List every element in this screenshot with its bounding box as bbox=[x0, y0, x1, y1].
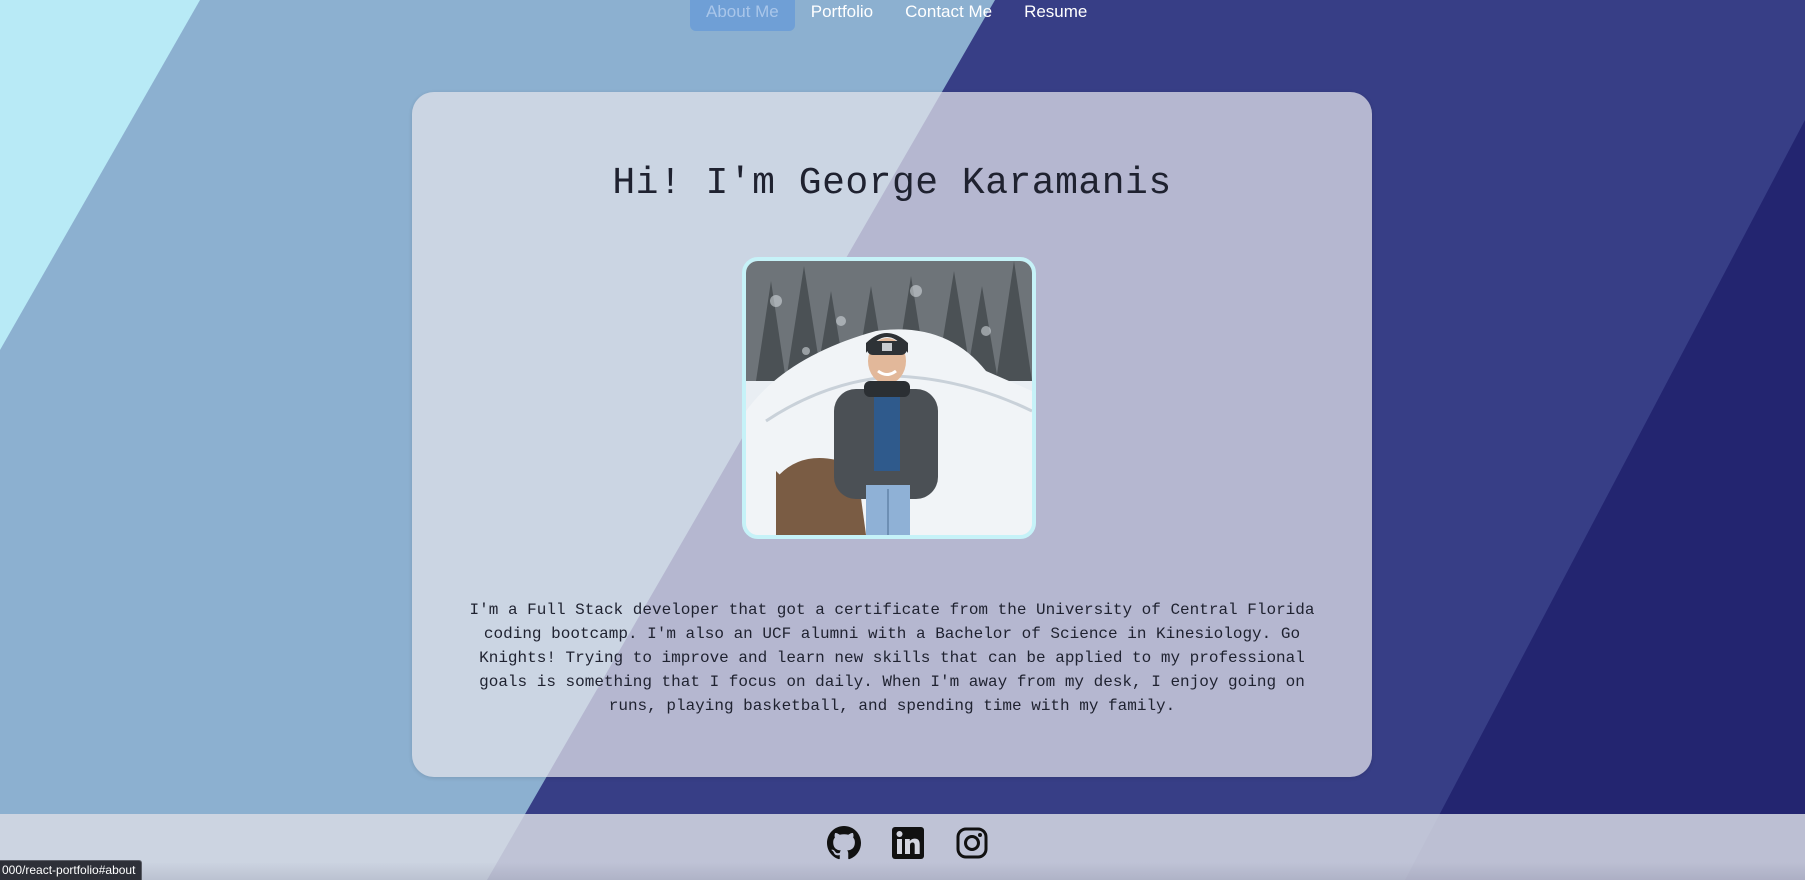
page-title: Hi! I'm George Karamanis bbox=[612, 162, 1172, 205]
linkedin-icon bbox=[892, 827, 924, 859]
nav-contact-me[interactable]: Contact Me bbox=[889, 0, 1008, 30]
browser-status-url: 000/react-portfolio#about bbox=[0, 860, 143, 880]
github-icon bbox=[827, 826, 861, 860]
top-navigation: About Me Portfolio Contact Me Resume bbox=[690, 0, 1103, 32]
nav-about-me[interactable]: About Me bbox=[690, 0, 795, 31]
footer bbox=[0, 814, 1805, 880]
profile-photo-image bbox=[746, 261, 1032, 535]
profile-photo bbox=[742, 257, 1036, 539]
page: About Me Portfolio Contact Me Resume Hi!… bbox=[0, 0, 1805, 880]
nav-resume[interactable]: Resume bbox=[1008, 0, 1103, 30]
bio-paragraph: I'm a Full Stack developer that got a ce… bbox=[469, 601, 1315, 715]
instagram-icon bbox=[956, 827, 988, 859]
nav-portfolio[interactable]: Portfolio bbox=[795, 0, 889, 30]
linkedin-link[interactable] bbox=[891, 826, 925, 860]
github-link[interactable] bbox=[827, 826, 861, 860]
footer-shadow bbox=[0, 862, 1805, 880]
instagram-link[interactable] bbox=[955, 826, 989, 860]
about-card: Hi! I'm George Karamanis I'm a Full Stac… bbox=[412, 92, 1372, 777]
